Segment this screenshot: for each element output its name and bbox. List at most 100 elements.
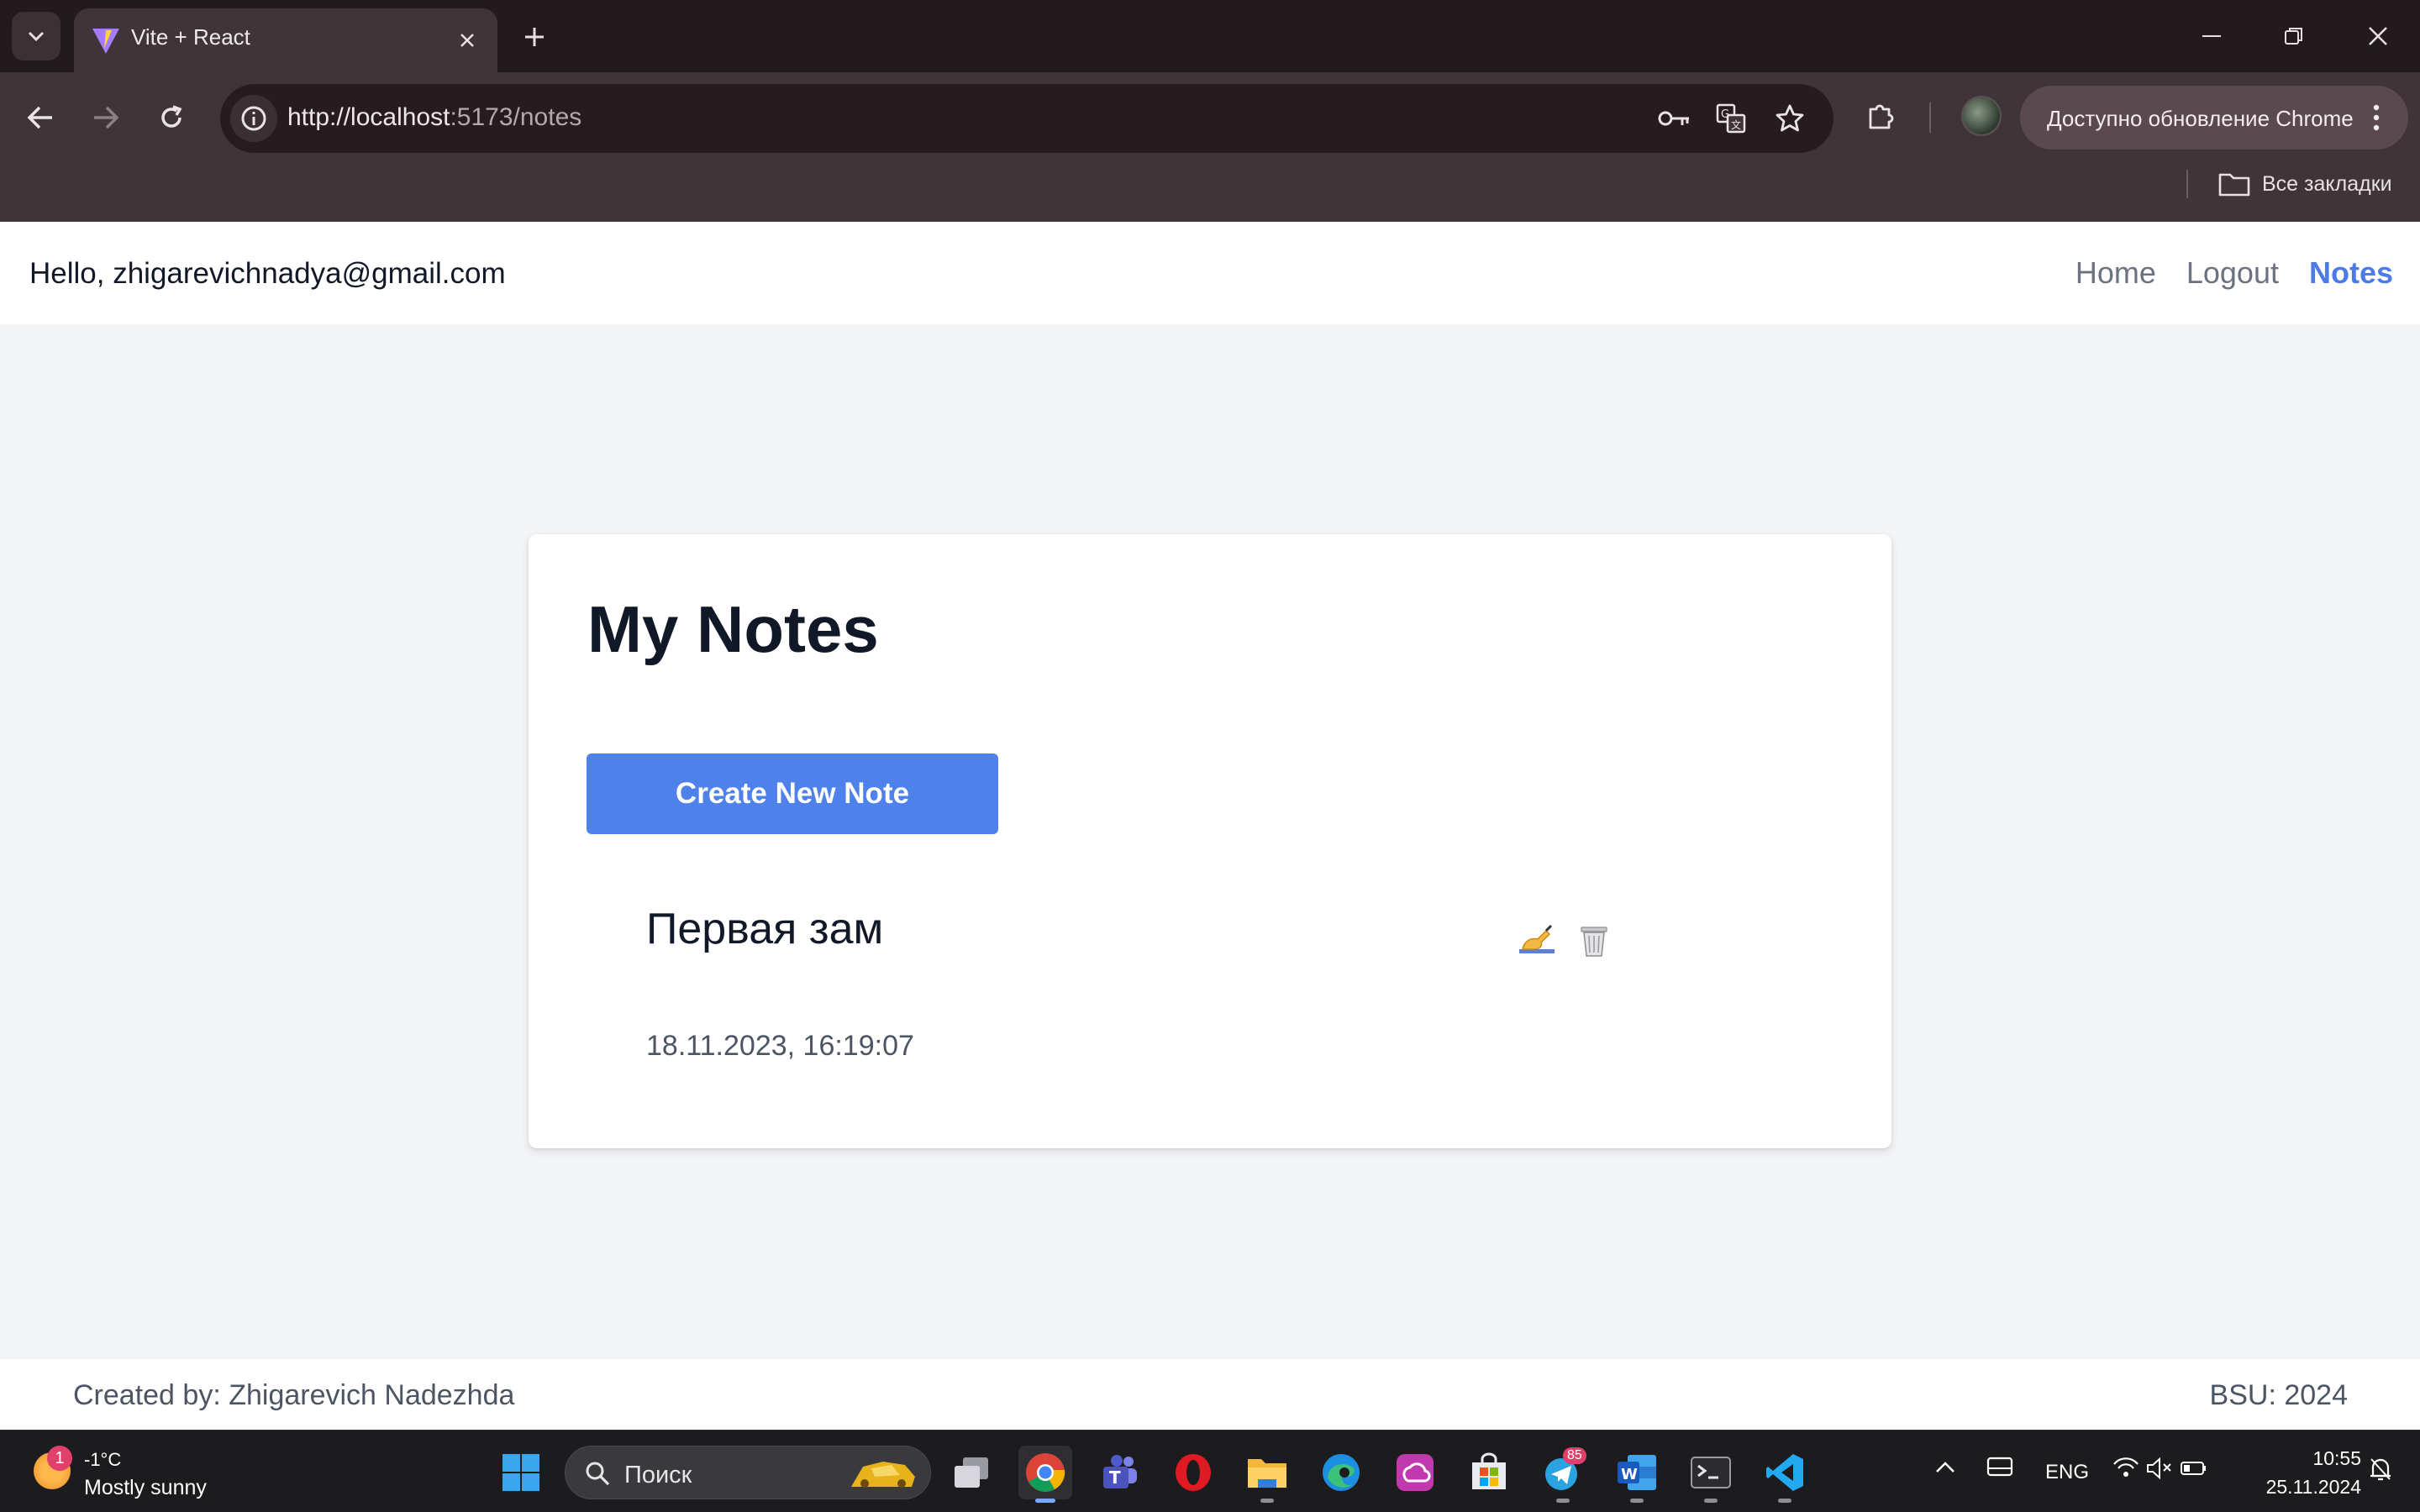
bookmarks-label: Все закладки xyxy=(2262,171,2392,196)
clock-date: 25.11.2024 xyxy=(2265,1476,2361,1498)
close-tab-button[interactable] xyxy=(454,27,481,54)
delete-note-button[interactable] xyxy=(1574,921,1614,961)
running-indicator xyxy=(1704,1499,1718,1503)
task-view-button[interactable] xyxy=(944,1446,998,1499)
nav-link-home[interactable]: Home xyxy=(2075,255,2156,291)
site-info-button[interactable] xyxy=(230,95,277,142)
opera-icon xyxy=(1176,1454,1211,1491)
nav-link-notes[interactable]: Notes xyxy=(2309,255,2393,291)
back-button[interactable] xyxy=(15,92,66,143)
toolbar-divider xyxy=(1929,102,1931,133)
system-clock[interactable]: 10:55 25.11.2024 xyxy=(2266,1444,2361,1501)
bookmark-star-button[interactable] xyxy=(1770,98,1810,139)
windows-start-icon[interactable] xyxy=(501,1452,541,1493)
vscode-icon xyxy=(1766,1454,1803,1491)
writing-hand-icon xyxy=(1519,924,1555,953)
notifications-button[interactable] xyxy=(2368,1456,2393,1488)
running-indicator xyxy=(1260,1499,1274,1503)
browser-tab[interactable]: Vite + React xyxy=(74,8,497,72)
translate-icon: G文 xyxy=(1716,103,1746,134)
language-indicator[interactable]: ENG xyxy=(2045,1461,2089,1484)
menu-button[interactable] xyxy=(2360,99,2393,136)
url-text: http://localhost:5173/notes xyxy=(287,103,581,132)
show-hidden-icons-button[interactable] xyxy=(1934,1457,1956,1481)
running-indicator xyxy=(1630,1499,1644,1503)
running-indicator xyxy=(1556,1499,1570,1503)
notes-card: My Notes Create New Note Первая зам 18.1… xyxy=(529,534,1891,1148)
app-navbar: Hello, zhigarevichnadya@gmail.com Home L… xyxy=(0,222,2420,324)
note-date: 18.11.2023, 16:19:07 xyxy=(646,1030,914,1062)
all-bookmarks-button[interactable]: Все закладки xyxy=(2218,165,2392,203)
new-tab-button[interactable] xyxy=(516,18,553,55)
reload-icon xyxy=(161,105,182,128)
taskbar-search[interactable]: Поиск xyxy=(565,1446,931,1499)
forward-button[interactable] xyxy=(81,92,131,143)
update-label: Доступно обновление Chrome xyxy=(2047,106,2354,131)
store-icon xyxy=(1472,1452,1506,1489)
weather-widget[interactable]: 1 -1°C Mostly sunny xyxy=(29,1442,247,1501)
chrome-update-button[interactable]: Доступно обновление Chrome xyxy=(2020,86,2408,150)
tablet-mode-button[interactable] xyxy=(1986,1456,2013,1483)
url-path: :5173/notes xyxy=(450,103,582,131)
word-icon: W xyxy=(1618,1455,1656,1490)
page-title: My Notes xyxy=(587,592,879,666)
taskbar-terminal[interactable] xyxy=(1684,1446,1738,1503)
close-icon xyxy=(2369,27,2387,45)
taskbar-word[interactable]: W xyxy=(1610,1446,1664,1503)
running-indicator xyxy=(1778,1499,1791,1503)
create-note-button[interactable]: Create New Note xyxy=(587,753,998,834)
svg-text:G: G xyxy=(1721,108,1729,121)
extensions-button[interactable] xyxy=(1857,92,1904,139)
chevron-down-icon xyxy=(28,31,45,42)
translate-button[interactable]: G文 xyxy=(1711,98,1751,139)
network-volume-battery[interactable] xyxy=(2112,1456,2208,1487)
svg-text:文: 文 xyxy=(1731,118,1741,131)
taskbar-microsoft-store[interactable] xyxy=(1462,1446,1516,1499)
windows-taskbar: 1 -1°C Mostly sunny Поиск T 85 W ENG 10:… xyxy=(0,1430,2420,1512)
url-host: http://localhost xyxy=(287,103,450,131)
task-view-icon xyxy=(955,1457,988,1488)
close-icon xyxy=(460,34,474,47)
plus-icon xyxy=(525,28,544,46)
edge-icon xyxy=(1323,1454,1360,1491)
taskbar-edge[interactable] xyxy=(1314,1446,1368,1499)
profile-avatar[interactable] xyxy=(1961,96,2002,136)
taskbar-chrome[interactable] xyxy=(1018,1446,1072,1503)
bookmarks-divider xyxy=(2186,170,2188,198)
active-indicator xyxy=(1035,1499,1055,1503)
taskbar-teams[interactable]: T xyxy=(1092,1446,1146,1499)
info-icon xyxy=(241,106,266,131)
tab-search-button[interactable] xyxy=(12,12,60,60)
clock-time: 10:55 xyxy=(2312,1447,2361,1469)
note-title[interactable]: Первая зам xyxy=(646,904,883,954)
minimize-button[interactable] xyxy=(2186,17,2237,55)
nav-link-logout[interactable]: Logout xyxy=(2186,255,2279,291)
edit-note-button[interactable] xyxy=(1517,921,1557,961)
folder-icon xyxy=(2218,173,2250,197)
address-bar[interactable]: http://localhost:5173/notes G文 xyxy=(220,84,1833,153)
taskbar-file-explorer[interactable] xyxy=(1240,1446,1294,1503)
svg-text:T: T xyxy=(1109,1467,1121,1488)
tab-title: Vite + React xyxy=(131,24,250,50)
browser-tab-bar: Vite + React xyxy=(0,0,2420,72)
star-icon xyxy=(1776,104,1804,132)
footer-year: BSU: 2024 xyxy=(2209,1379,2348,1411)
minimize-icon xyxy=(2202,35,2221,37)
close-window-button[interactable] xyxy=(2353,17,2403,55)
system-tray-icons xyxy=(2113,1457,2206,1480)
trash-icon xyxy=(1581,927,1607,957)
taskbar-creative-cloud[interactable] xyxy=(1388,1446,1442,1499)
footer-credits: Created by: Zhigarevich Nadezhda xyxy=(73,1379,515,1411)
taskbar-telegram[interactable]: 85 xyxy=(1536,1446,1590,1503)
password-key-button[interactable] xyxy=(1654,98,1694,139)
chrome-icon xyxy=(1026,1453,1065,1492)
restore-button[interactable] xyxy=(2269,17,2319,55)
svg-text:W: W xyxy=(1621,1466,1638,1483)
search-placeholder: Поиск xyxy=(624,1462,692,1488)
taskbar-opera[interactable] xyxy=(1166,1446,1220,1499)
taskbar-vscode[interactable] xyxy=(1758,1446,1812,1503)
reload-button[interactable] xyxy=(146,92,197,143)
user-greeting: Hello, zhigarevichnadya@gmail.com xyxy=(29,257,506,290)
chevron-up-icon xyxy=(1936,1462,1954,1473)
note-actions xyxy=(1517,921,1614,961)
